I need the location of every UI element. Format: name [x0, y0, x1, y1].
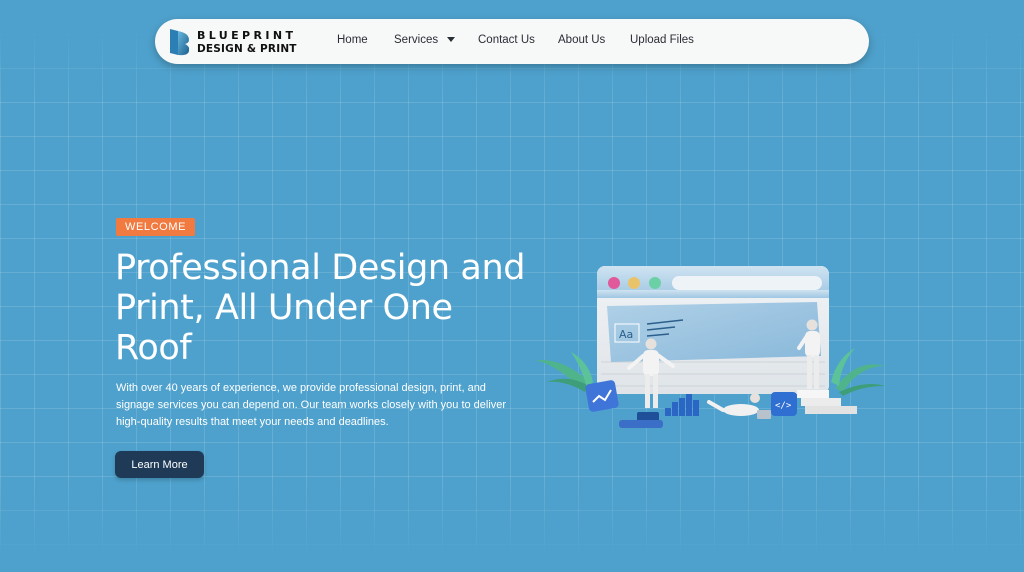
nav-upload-files[interactable]: Upload Files	[630, 34, 694, 46]
logo-icon	[170, 29, 190, 56]
hero-headline: Professional Design and Print, All Under…	[115, 248, 526, 368]
navbar: BLUEPRINT DESIGN & PRINT Home Services C…	[155, 19, 869, 64]
nav-services-label: Services	[394, 34, 439, 46]
nav-services[interactable]: Services	[394, 34, 456, 46]
page: BLUEPRINT DESIGN & PRINT Home Services C…	[0, 0, 1024, 572]
caret-down-icon	[447, 37, 456, 43]
hero-illustration: Aa </>	[535, 266, 885, 428]
illustration-text-sample: Aa	[619, 328, 633, 341]
browser-window-icon: Aa	[597, 266, 829, 394]
bar-chart-icon	[665, 394, 699, 416]
learn-more-button[interactable]: Learn More	[115, 451, 204, 478]
plant-right-icon	[831, 348, 885, 396]
welcome-badge: WELCOME	[116, 218, 196, 236]
code-tile-icon: </>	[771, 392, 797, 416]
illustration-code-sample: </>	[775, 401, 792, 411]
nav-contact[interactable]: Contact Us	[478, 34, 535, 46]
brand-tagline: DESIGN & PRINT	[197, 42, 297, 55]
person-reclining-icon	[707, 393, 771, 419]
plant-left-icon	[535, 352, 593, 392]
brand-name: BLUEPRINT	[197, 28, 297, 42]
floor-tile-icon	[619, 420, 663, 428]
nav-about[interactable]: About Us	[558, 34, 605, 46]
chart-tile-icon	[585, 380, 619, 412]
hero-description: With over 40 years of experience, we pro…	[116, 382, 507, 428]
nav-home[interactable]: Home	[337, 34, 368, 46]
brand-logo[interactable]: BLUEPRINT DESIGN & PRINT	[169, 27, 297, 57]
stairs-icon	[797, 390, 857, 414]
